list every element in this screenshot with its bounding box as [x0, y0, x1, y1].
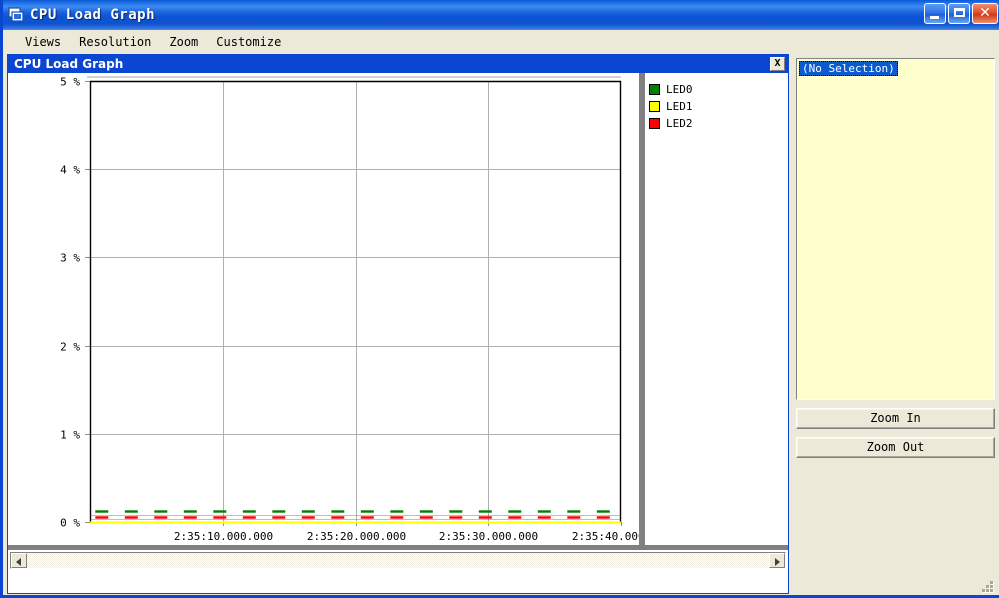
svg-text:5 %: 5 % [60, 76, 80, 89]
client-area: CPU Load Graph X 0 % 1 % 2 % 3 % 4 % 5 % 2:35:… [6, 53, 999, 595]
chart-pane-title: CPU Load Graph [14, 57, 124, 71]
menu-item-zoom[interactable]: Zoom [160, 33, 207, 51]
menu-item-views[interactable]: Views [16, 33, 70, 51]
svg-text:4 %: 4 % [60, 164, 80, 177]
window-title: CPU Load Graph [30, 7, 156, 23]
svg-text:2:35:10.000.000: 2:35:10.000.000 [174, 530, 273, 543]
minimize-button[interactable] [924, 3, 946, 24]
resize-grip[interactable] [980, 579, 993, 592]
chart-pane: CPU Load Graph X 0 % 1 % 2 % 3 % 4 % 5 % 2:35:… [7, 54, 789, 594]
plot-svg: 0 % 1 % 2 % 3 % 4 % 5 % 2:35:10.000.000 2:35:20… [60, 76, 671, 544]
svg-text:2:35:20.000.000: 2:35:20.000.000 [307, 530, 406, 543]
close-button[interactable]: ✕ [972, 3, 998, 24]
scrollbar-track[interactable] [27, 553, 769, 568]
close-icon: ✕ [979, 5, 991, 21]
maximize-icon [954, 8, 965, 17]
window-titlebar: CPU Load Graph ✕ [3, 0, 999, 30]
app-cascade-icon [7, 6, 25, 24]
cpu-load-plot[interactable]: 0 % 1 % 2 % 3 % 4 % 5 % 2:35:10.000.000 2:35:20… [8, 73, 671, 545]
legend-item-led0[interactable]: LED0 [649, 81, 779, 97]
properties-selection-item[interactable]: (No Selection) [799, 61, 898, 76]
legend-label-led0: LED0 [666, 82, 693, 96]
chart-bottom-splitter[interactable] [8, 545, 788, 550]
svg-text:0 %: 0 % [60, 517, 80, 530]
legend-item-led1[interactable]: LED1 [649, 98, 779, 114]
window-controls: ✕ [924, 3, 998, 24]
chart-body: 0 % 1 % 2 % 3 % 4 % 5 % 2:35:10.000.000 2:35:20… [8, 73, 788, 545]
legend-item-led2[interactable]: LED2 [649, 115, 779, 131]
zoom-out-button[interactable]: Zoom Out [796, 437, 995, 458]
zoom-in-button[interactable]: Zoom In [796, 408, 995, 429]
svg-text:2:35:40.000.000: 2:35:40.000.000 [572, 530, 639, 543]
svg-text:2:35:30.000.000: 2:35:30.000.000 [439, 530, 538, 543]
legend-swatch-led2 [649, 117, 660, 129]
chart-pane-close-button[interactable]: X [770, 57, 785, 71]
chart-legend-splitter[interactable] [639, 73, 645, 545]
main-window: CPU Load Graph ✕ Views Resolution Zoom C… [0, 0, 999, 598]
menu-item-resolution[interactable]: Resolution [70, 33, 160, 51]
maximize-button[interactable] [948, 3, 970, 24]
scroll-right-arrow-icon[interactable] [769, 553, 785, 568]
chart-legend: LED0 LED1 LED2 [649, 81, 779, 132]
svg-text:3 %: 3 % [60, 252, 80, 265]
scroll-left-arrow-icon[interactable] [11, 553, 27, 568]
legend-label-led2: LED2 [666, 116, 693, 130]
svg-text:2 %: 2 % [60, 341, 80, 354]
properties-list[interactable]: (No Selection) [796, 58, 995, 400]
menu-bar: Views Resolution Zoom Customize [6, 30, 999, 53]
properties-pane: (No Selection) Zoom In Zoom Out [792, 53, 999, 595]
chart-pane-titlebar: CPU Load Graph X [8, 55, 788, 73]
legend-swatch-led1 [649, 100, 660, 112]
legend-label-led1: LED1 [666, 99, 693, 113]
menu-item-customize[interactable]: Customize [207, 33, 290, 51]
legend-swatch-led0 [649, 83, 660, 95]
minimize-icon [930, 16, 939, 19]
chart-horizontal-scrollbar[interactable] [10, 552, 786, 569]
svg-text:1 %: 1 % [60, 429, 80, 442]
